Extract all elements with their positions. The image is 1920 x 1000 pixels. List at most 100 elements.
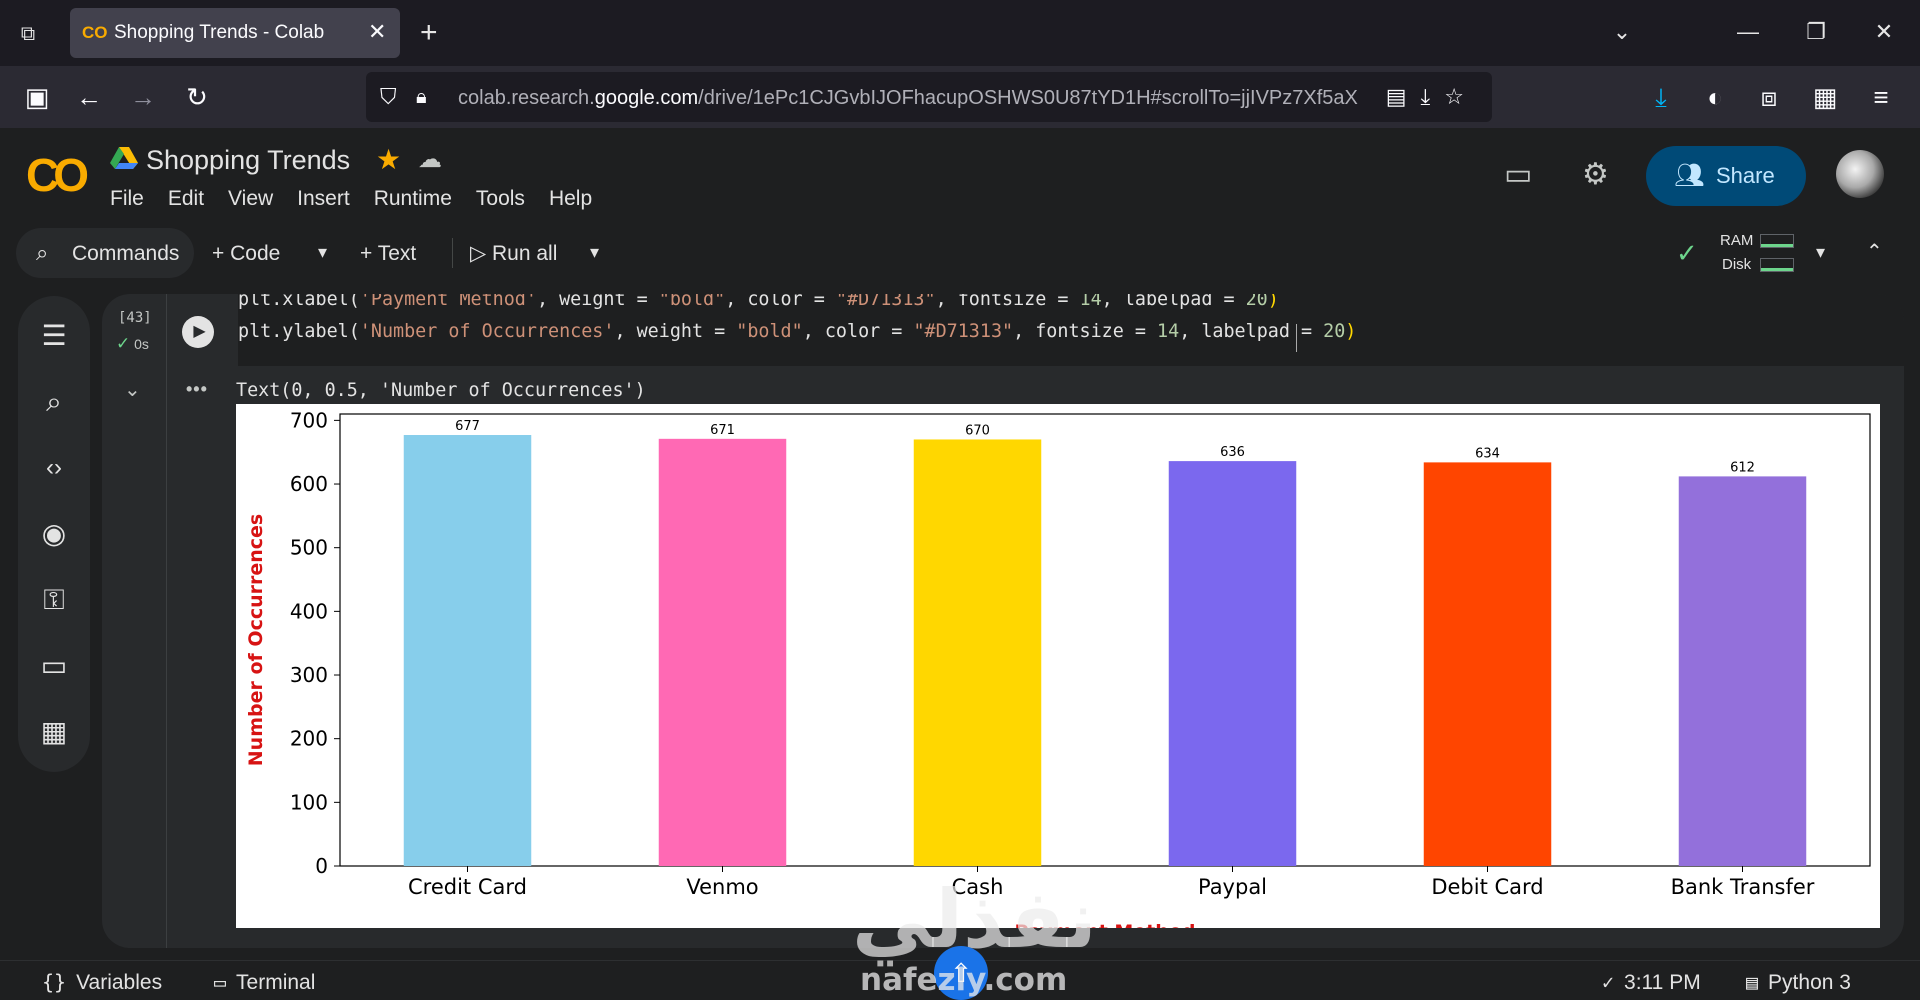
disk-usage-bar: [1760, 258, 1794, 272]
star-icon[interactable]: ★: [376, 144, 401, 176]
colab-logo[interactable]: CO: [26, 150, 89, 200]
run-all-button[interactable]: ▷ Run all: [470, 242, 557, 266]
y-tick-label: 700: [290, 408, 328, 432]
execution-status: ✓ 0s: [116, 334, 149, 353]
reader-view-icon[interactable]: ▤: [1386, 84, 1421, 109]
bar: [1168, 461, 1297, 866]
comments-icon[interactable]: ▭: [1504, 158, 1532, 192]
find-replace-icon[interactable]: ⌕: [36, 384, 72, 420]
menu-view[interactable]: View: [228, 186, 273, 212]
variables-inspector-icon[interactable]: ◉: [36, 516, 72, 552]
check-icon: ✓: [1602, 970, 1615, 994]
browser-tab-active[interactable]: CO Shopping Trends - Colab ✕: [70, 8, 400, 58]
app-menu-icon[interactable]: ≡: [1864, 80, 1898, 114]
x-tick-label: Debit Card: [1431, 875, 1543, 899]
commands-button[interactable]: ⌕ Commands: [16, 228, 194, 278]
bookmark-star-icon[interactable]: ☆: [1444, 84, 1478, 109]
run-all-dropdown-icon[interactable]: ▾: [590, 240, 599, 264]
text-cursor: [1296, 324, 1297, 352]
restore-icon[interactable]: ❐: [1800, 18, 1832, 46]
notebook-toolbar: ⌕ Commands + Code ▾ + Text ▷ Run all ▾ ✓…: [16, 226, 1904, 280]
share-label: Share: [1716, 163, 1775, 188]
resources-dropdown-icon[interactable]: ▾: [1816, 240, 1825, 264]
files-folder-icon[interactable]: ▭: [36, 648, 72, 684]
menu-bar: File Edit View Insert Runtime Tools Help: [110, 186, 592, 212]
add-code-button[interactable]: + Code: [212, 242, 280, 266]
minimize-icon[interactable]: —: [1732, 18, 1764, 46]
secrets-key-icon[interactable]: ⚿: [36, 582, 72, 618]
menu-runtime[interactable]: Runtime: [374, 186, 452, 212]
share-button[interactable]: 👥︎ Share: [1646, 146, 1806, 206]
add-code-dropdown-icon[interactable]: ▾: [318, 240, 327, 264]
browser-tab-strip: ⧉ CO Shopping Trends - Colab ✕ + ⌄ — ❐ ✕: [0, 0, 1920, 66]
extensions-icon[interactable]: ⧈: [1752, 80, 1786, 114]
disk-label: Disk: [1722, 256, 1752, 273]
runtime-status[interactable]: ▤ Python 3: [1746, 969, 1851, 996]
menu-edit[interactable]: Edit: [168, 186, 204, 212]
bar: [1678, 476, 1807, 866]
sidebar-toggle-icon[interactable]: ▣: [20, 80, 54, 114]
avatar[interactable]: [1836, 150, 1884, 198]
tab-list-icon[interactable]: ⧉: [14, 20, 42, 48]
search-icon: ⌕: [36, 240, 49, 265]
menu-help[interactable]: Help: [549, 186, 592, 212]
y-tick-label: 500: [290, 536, 328, 560]
people-icon: 👥︎: [1674, 162, 1705, 189]
bar: [1423, 462, 1552, 866]
collapse-header-icon[interactable]: ⌃: [1866, 240, 1883, 264]
google-drive-icon[interactable]: [110, 146, 138, 170]
notebook-title[interactable]: Shopping Trends: [146, 144, 350, 176]
x-tick-label: Paypal: [1198, 875, 1267, 899]
tab-close-icon[interactable]: ✕: [368, 20, 386, 44]
tab-overflow-chevron-icon[interactable]: ⌄: [1606, 18, 1638, 46]
bar-value-label: 612: [1730, 460, 1755, 475]
y-tick-label: 200: [290, 727, 328, 751]
code-snippets-icon[interactable]: ‹›: [36, 450, 72, 486]
lock-icon[interactable]: 🔒︎: [416, 84, 427, 110]
forward-icon[interactable]: →: [126, 80, 160, 114]
bar-value-label: 634: [1475, 446, 1500, 461]
y-tick-label: 400: [290, 599, 328, 623]
bar-value-label: 677: [455, 419, 480, 434]
x-tick-label: Bank Transfer: [1671, 875, 1815, 899]
address-bar[interactable]: ⛉ 🔒︎ colab.research.google.com/drive/1eP…: [366, 72, 1492, 122]
extension-app-icon[interactable]: ▦: [1808, 80, 1842, 114]
cell-gutter-divider: [166, 294, 167, 948]
window-close-icon[interactable]: ✕: [1868, 18, 1900, 46]
toolbar-divider: [452, 238, 453, 268]
cloud-saved-icon[interactable]: ☁: [418, 144, 442, 176]
menu-tools[interactable]: Tools: [476, 186, 525, 212]
y-tick-label: 600: [290, 472, 328, 496]
menu-insert[interactable]: Insert: [297, 186, 350, 212]
run-cell-button[interactable]: ▶: [182, 316, 214, 348]
watermark-url: nafezly.com: [860, 962, 1068, 998]
last-run-status[interactable]: ✓ 3:11 PM: [1602, 969, 1701, 996]
collapse-output-icon[interactable]: ⌄: [124, 380, 141, 400]
variables-button[interactable]: {} Variables: [42, 969, 162, 996]
tracking-shield-icon[interactable]: ⛉: [380, 84, 397, 110]
reload-icon[interactable]: ↻: [180, 80, 214, 114]
url-text[interactable]: colab.research.google.com/drive/1ePc1CJG…: [458, 86, 1358, 110]
output-actions-icon[interactable]: •••: [186, 380, 208, 398]
terminal-button[interactable]: ▭ Terminal: [214, 969, 315, 996]
y-tick-label: 0: [315, 854, 328, 878]
profile-icon[interactable]: ◐: [1698, 80, 1732, 114]
bar-value-label: 670: [965, 423, 990, 438]
back-icon[interactable]: ←: [72, 80, 106, 114]
ram-usage-bar: [1760, 234, 1794, 248]
table-of-contents-icon[interactable]: ☰: [36, 318, 72, 354]
new-tab-icon[interactable]: +: [420, 18, 438, 48]
add-text-button[interactable]: + Text: [360, 242, 416, 266]
settings-gear-icon[interactable]: ⚙: [1582, 158, 1609, 192]
done-check-icon: ✓: [116, 334, 131, 353]
plot-frame: [339, 413, 1871, 867]
y-axis-label: Number of Occurrences: [245, 514, 267, 766]
y-tick-label: 100: [290, 790, 328, 814]
save-page-icon[interactable]: ⤓: [1421, 84, 1445, 109]
bar: [658, 438, 787, 866]
menu-file[interactable]: File: [110, 186, 144, 212]
code-cell[interactable]: [43] ✓ 0s ▶ ⌄ ••• plt.xlabel('Payment Me…: [102, 294, 1904, 948]
code-editor[interactable]: plt.xlabel('Payment Method', weight = "b…: [238, 294, 1904, 366]
data-table-icon[interactable]: ▦: [36, 714, 72, 750]
downloads-icon[interactable]: ⤓: [1644, 80, 1678, 114]
